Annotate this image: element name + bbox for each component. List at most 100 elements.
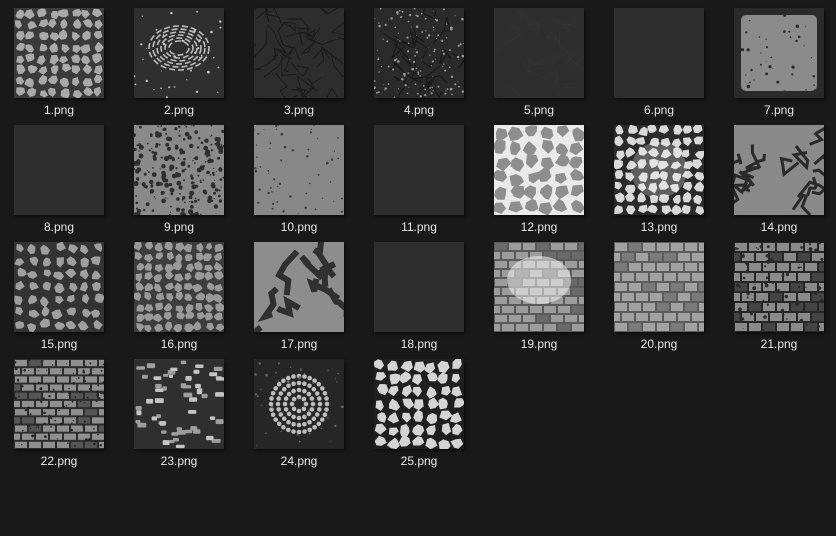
texture-preview-image: [614, 242, 704, 332]
file-grid: 1.png 2.png 3.png 4.png 5.png 6.png 7.png 8.png…: [0, 0, 836, 536]
texture-preview-image: [494, 242, 584, 332]
file-thumbnail: [14, 8, 104, 98]
file-item[interactable]: 20.png: [604, 242, 714, 354]
file-name-label: 3.png: [283, 103, 315, 117]
file-name-label: 18.png: [400, 337, 438, 351]
file-item[interactable]: 17.png: [244, 242, 354, 354]
file-name-label: 1.png: [43, 103, 75, 117]
file-name-label: 10.png: [280, 220, 318, 234]
file-item[interactable]: 9.png: [124, 125, 234, 237]
file-name-label: 24.png: [280, 454, 318, 468]
file-thumbnail: [374, 242, 464, 332]
file-name-label: 19.png: [520, 337, 558, 351]
file-thumbnail: [734, 125, 824, 215]
file-name-label: 20.png: [640, 337, 678, 351]
file-name-label: 2.png: [163, 103, 195, 117]
file-item[interactable]: 7.png: [724, 8, 834, 120]
file-thumbnail: [134, 359, 224, 449]
file-name-label: 25.png: [400, 454, 438, 468]
file-thumbnail: [134, 125, 224, 215]
file-name-label: 16.png: [160, 337, 198, 351]
file-item[interactable]: 5.png: [484, 8, 594, 120]
texture-preview-image: [134, 8, 224, 98]
texture-preview-image: [14, 242, 104, 332]
file-name-label: 6.png: [643, 103, 675, 117]
file-thumbnail: [614, 242, 704, 332]
file-name-label: 11.png: [401, 220, 437, 234]
file-thumbnail: [494, 125, 584, 215]
file-thumbnail: [494, 242, 584, 332]
file-thumbnail: [734, 8, 824, 98]
texture-preview-image: [734, 242, 824, 332]
file-name-label: 5.png: [523, 103, 555, 117]
file-item[interactable]: 1.png: [4, 8, 114, 120]
texture-preview-image: [134, 359, 224, 449]
file-item[interactable]: 21.png: [724, 242, 834, 354]
file-name-label: 13.png: [640, 220, 678, 234]
file-name-label: 22.png: [40, 454, 78, 468]
texture-preview-image: [254, 125, 344, 215]
texture-preview-image: [374, 125, 464, 215]
file-thumbnail: [374, 125, 464, 215]
texture-preview-image: [14, 125, 104, 215]
file-item[interactable]: 4.png: [364, 8, 474, 120]
file-item[interactable]: 6.png: [604, 8, 714, 120]
file-item[interactable]: 12.png: [484, 125, 594, 237]
file-item[interactable]: 15.png: [4, 242, 114, 354]
file-name-label: 21.png: [760, 337, 798, 351]
file-item[interactable]: 16.png: [124, 242, 234, 354]
file-thumbnail: [614, 125, 704, 215]
texture-preview-image: [494, 8, 584, 98]
file-name-label: 23.png: [160, 454, 198, 468]
file-thumbnail: [134, 242, 224, 332]
file-thumbnail: [14, 125, 104, 215]
file-item[interactable]: 10.png: [244, 125, 354, 237]
texture-preview-image: [614, 8, 704, 98]
file-item[interactable]: 14.png: [724, 125, 834, 237]
texture-preview-image: [134, 125, 224, 215]
texture-preview-image: [254, 242, 344, 332]
file-name-label: 7.png: [763, 103, 795, 117]
file-item[interactable]: 11.png: [364, 125, 474, 237]
file-thumbnail: [134, 8, 224, 98]
texture-preview-image: [14, 359, 104, 449]
file-thumbnail: [374, 8, 464, 98]
file-item[interactable]: 18.png: [364, 242, 474, 354]
file-thumbnail: [494, 8, 584, 98]
texture-preview-image: [614, 125, 704, 215]
file-thumbnail: [254, 125, 344, 215]
file-item[interactable]: 22.png: [4, 359, 114, 471]
file-item[interactable]: 8.png: [4, 125, 114, 237]
file-item[interactable]: 23.png: [124, 359, 234, 471]
file-name-label: 9.png: [163, 220, 195, 234]
file-name-label: 12.png: [520, 220, 558, 234]
file-thumbnail: [254, 8, 344, 98]
texture-preview-image: [254, 359, 344, 449]
texture-preview-image: [494, 125, 584, 215]
file-item[interactable]: 25.png: [364, 359, 474, 471]
texture-preview-image: [374, 8, 464, 98]
texture-preview-image: [374, 359, 464, 449]
file-thumbnail: [374, 359, 464, 449]
texture-preview-image: [14, 8, 104, 98]
texture-preview-image: [134, 242, 224, 332]
file-thumbnail: [14, 359, 104, 449]
file-thumbnail: [254, 359, 344, 449]
texture-preview-image: [734, 125, 824, 215]
file-thumbnail: [734, 242, 824, 332]
file-item[interactable]: 3.png: [244, 8, 354, 120]
file-name-label: 4.png: [403, 103, 435, 117]
file-name-label: 8.png: [43, 220, 75, 234]
file-item[interactable]: 2.png: [124, 8, 234, 120]
file-item[interactable]: 24.png: [244, 359, 354, 471]
file-name-label: 15.png: [40, 337, 78, 351]
file-thumbnail: [14, 242, 104, 332]
texture-preview-image: [254, 8, 344, 98]
file-item[interactable]: 19.png: [484, 242, 594, 354]
file-name-label: 14.png: [760, 220, 798, 234]
file-name-label: 17.png: [280, 337, 318, 351]
file-item[interactable]: 13.png: [604, 125, 714, 237]
texture-preview-image: [734, 8, 824, 98]
texture-preview-image: [374, 242, 464, 332]
file-thumbnail: [614, 8, 704, 98]
